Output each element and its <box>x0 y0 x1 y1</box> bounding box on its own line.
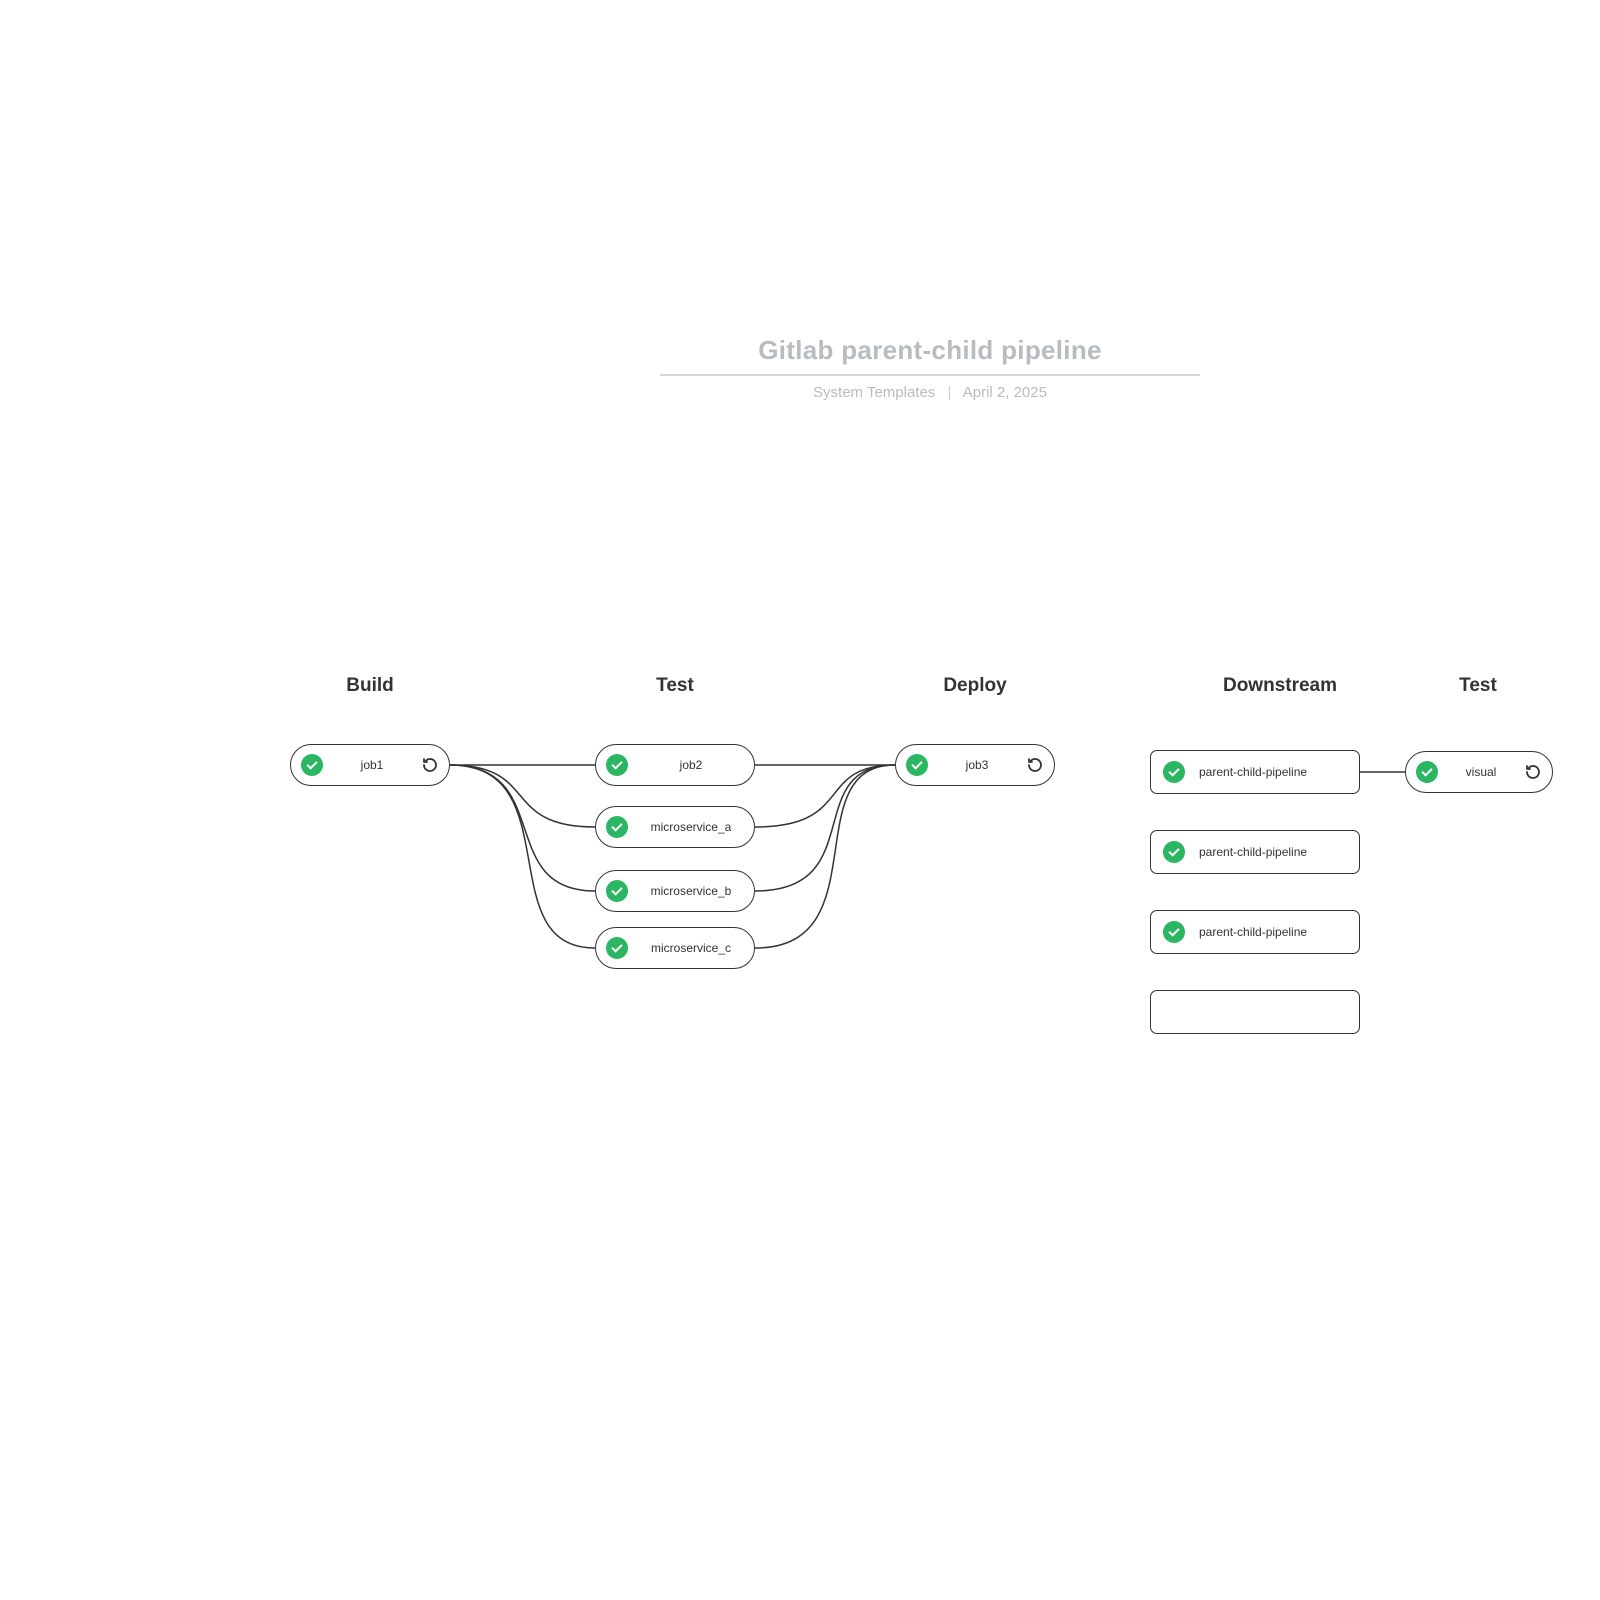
job-pill-job2[interactable]: job2 <box>595 744 755 786</box>
retry-icon[interactable] <box>1026 756 1044 774</box>
checkmark-icon <box>906 754 928 776</box>
checkmark-icon <box>1163 921 1185 943</box>
checkmark-icon <box>301 754 323 776</box>
retry-icon[interactable] <box>1524 763 1542 781</box>
job-pill-job1[interactable]: job1 <box>290 744 450 786</box>
job-label: visual <box>1438 765 1524 779</box>
retry-icon[interactable] <box>421 756 439 774</box>
downstream-card-2[interactable]: parent-child-pipeline <box>1150 830 1360 874</box>
checkmark-icon <box>1163 761 1185 783</box>
job-label: microservice_c <box>628 941 754 955</box>
diagram-canvas: Gitlab parent-child pipeline System Temp… <box>0 0 1600 1600</box>
downstream-card-1[interactable]: parent-child-pipeline <box>1150 750 1360 794</box>
checkmark-icon <box>1416 761 1438 783</box>
checkmark-icon <box>1163 841 1185 863</box>
job-pill-job3[interactable]: job3 <box>895 744 1055 786</box>
job-pill-microservice-c[interactable]: microservice_c <box>595 927 755 969</box>
card-label: parent-child-pipeline <box>1199 925 1307 939</box>
checkmark-icon <box>606 937 628 959</box>
checkmark-icon <box>606 754 628 776</box>
job-pill-microservice-b[interactable]: microservice_b <box>595 870 755 912</box>
card-label: parent-child-pipeline <box>1199 845 1307 859</box>
checkmark-icon <box>606 880 628 902</box>
card-label: parent-child-pipeline <box>1199 765 1307 779</box>
job-label: job3 <box>928 758 1026 772</box>
checkmark-icon <box>606 816 628 838</box>
downstream-card-empty[interactable] <box>1150 990 1360 1034</box>
job-pill-visual[interactable]: visual <box>1405 751 1553 793</box>
job-label: job2 <box>628 758 754 772</box>
downstream-card-3[interactable]: parent-child-pipeline <box>1150 910 1360 954</box>
job-label: microservice_b <box>628 884 754 898</box>
job-pill-microservice-a[interactable]: microservice_a <box>595 806 755 848</box>
job-label: job1 <box>323 758 421 772</box>
job-label: microservice_a <box>628 820 754 834</box>
connectors-svg <box>0 0 1600 1600</box>
